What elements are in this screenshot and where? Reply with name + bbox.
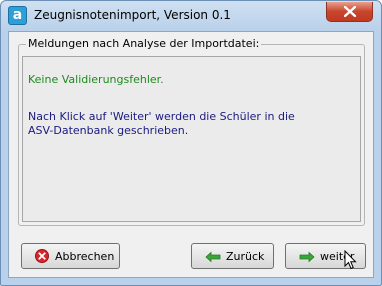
red-x-circle-icon (35, 249, 49, 263)
close-button[interactable] (326, 2, 373, 22)
app-logo-icon[interactable]: a (8, 6, 27, 25)
cancel-button[interactable]: Abbrechen (21, 243, 120, 269)
back-button[interactable]: Zurück (191, 243, 274, 269)
title-bar[interactable]: a Zeugnisnotenimport, Version 0.1 (1, 1, 381, 31)
groupbox-legend: Meldungen nach Analyse der Importdatei: (26, 37, 262, 50)
messages-groupbox: Meldungen nach Analyse der Importdatei: … (18, 37, 365, 226)
close-icon (344, 6, 356, 17)
messages-area[interactable]: Keine Validierungsfehler. Nach Klick auf… (22, 56, 361, 222)
cancel-button-label: Abbrechen (55, 250, 115, 263)
info-message: Nach Klick auf 'Weiter' werden die Schül… (28, 110, 295, 138)
mouse-pointer-icon (344, 250, 357, 270)
validation-ok-message: Keine Validierungsfehler. (28, 73, 164, 86)
window-title: Zeugnisnotenimport, Version 0.1 (34, 8, 231, 22)
green-arrow-left-icon (205, 251, 221, 263)
dialog-window: a Zeugnisnotenimport, Version 0.1 Meldun… (0, 0, 382, 286)
info-message-line-2: ASV-Datenbank geschrieben. (28, 124, 189, 137)
green-arrow-right-icon (299, 251, 315, 263)
info-message-line-1: Nach Klick auf 'Weiter' werden die Schül… (28, 110, 295, 123)
back-button-label: Zurück (226, 250, 265, 263)
dialog-content: Meldungen nach Analyse der Importdatei: … (8, 31, 374, 278)
